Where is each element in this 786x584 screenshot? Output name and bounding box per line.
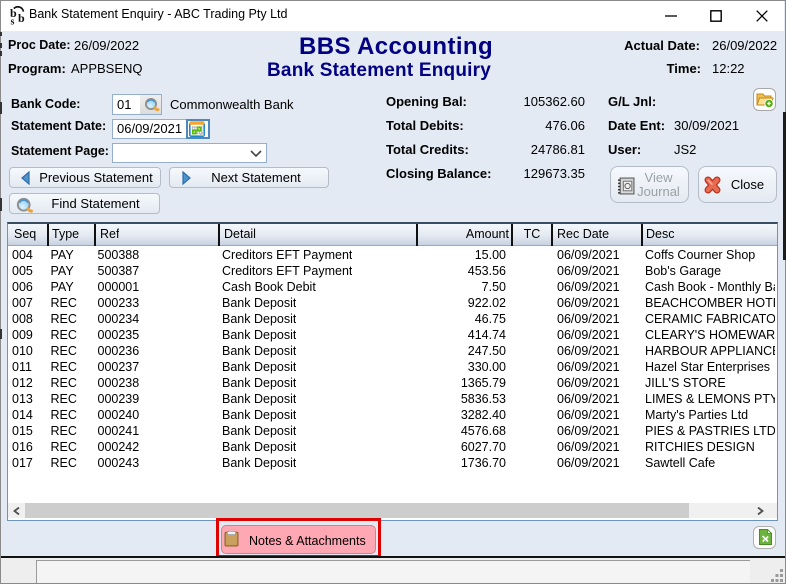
svg-text:s: s (11, 17, 15, 26)
svg-text:b: b (18, 11, 25, 25)
